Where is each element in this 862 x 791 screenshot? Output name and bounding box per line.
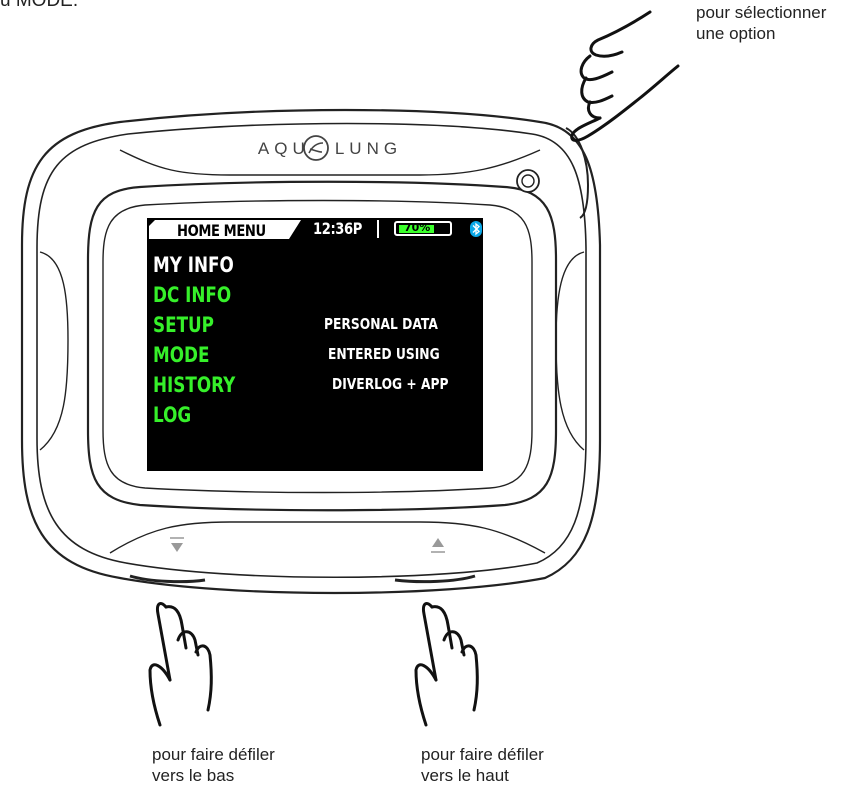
battery-indicator: 70% bbox=[394, 221, 452, 236]
pointing-hand-icon bbox=[570, 10, 680, 142]
menu-item-mode[interactable]: MODE bbox=[153, 343, 209, 367]
clock: 12:36P bbox=[313, 219, 362, 238]
info-line-3: DIVERLOG + APP bbox=[332, 375, 449, 393]
home-menu-tab: HOME MENU bbox=[149, 220, 301, 239]
pointing-hand-up-icon bbox=[414, 602, 479, 727]
menu-item-dc-info[interactable]: DC INFO bbox=[153, 283, 231, 307]
aqualung-logo-text: AQUA LUNG bbox=[258, 139, 402, 158]
status-divider bbox=[377, 220, 379, 238]
pointing-hand-down-icon bbox=[148, 602, 213, 727]
info-line-1: PERSONAL DATA bbox=[324, 315, 438, 333]
status-bar: HOME MENU 12:36P 70% bbox=[147, 218, 483, 240]
menu-item-history[interactable]: HISTORY bbox=[153, 373, 235, 397]
menu-item-setup[interactable]: SETUP bbox=[153, 313, 214, 337]
battery-percent: 70% bbox=[404, 221, 431, 234]
info-line-2: ENTERED USING bbox=[328, 345, 440, 363]
menu-item-log[interactable]: LOG bbox=[153, 403, 191, 427]
screen-title: HOME MENU bbox=[177, 221, 266, 240]
device-screen: HOME MENU 12:36P 70% MY INFO DC INFO SETUP… bbox=[147, 218, 483, 471]
select-button-inner-ring bbox=[521, 174, 535, 188]
aqualung-logo-icon bbox=[303, 135, 329, 161]
menu-item-my-info[interactable]: MY INFO bbox=[153, 253, 234, 277]
bluetooth-icon bbox=[470, 221, 482, 237]
